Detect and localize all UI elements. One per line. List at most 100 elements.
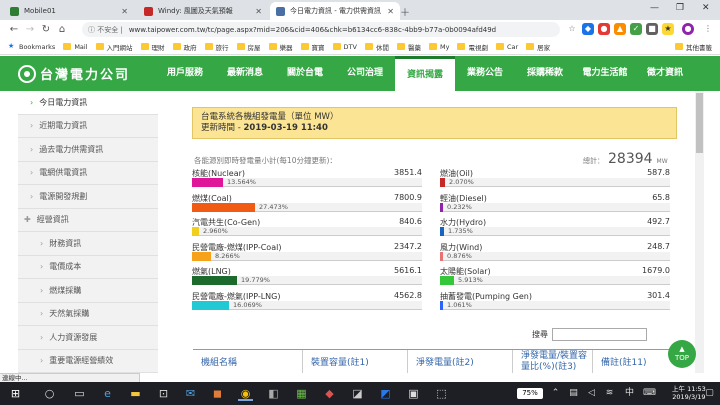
bookmark-folder[interactable]: 其他書籤 [675,42,712,52]
extension-icon[interactable]: ◆ [582,23,594,35]
extension-icon[interactable]: ★ [662,23,674,35]
sidebar-item[interactable]: › 電價成本 [18,256,158,279]
bookmark-folder[interactable]: Mail [63,43,88,51]
bookmark-folder[interactable]: 理財 [140,42,165,52]
menu-icon[interactable]: ⋮ [702,23,714,35]
app-icon[interactable]: ▦ [294,386,309,401]
column-header[interactable]: 裝置容量(註1) [303,350,408,373]
home-icon[interactable]: ⌂ [54,24,70,35]
taipower-logo[interactable]: 台灣電力公司 [18,64,130,83]
volume-icon[interactable]: ◁ [584,386,599,401]
sidebar-item[interactable]: › 近期電力資訊 [18,115,158,138]
browser-tab-active[interactable]: 今日電力資訊 - 電力供需資訊 - 資 ✕ [270,2,400,20]
browser-tab[interactable]: Windy: 風圖及天氣預報 ✕ [138,2,268,20]
scrollbar-thumb[interactable] [696,93,703,153]
column-header[interactable]: 機組名稱 [193,350,303,373]
app-icon[interactable]: ◩ [378,386,393,401]
keyboard-icon[interactable]: ⌨ [642,386,657,401]
back-icon[interactable]: ← [6,24,22,35]
system-clock[interactable]: 上午 11:53 2019/3/19 [672,385,706,401]
edge-icon[interactable]: e [100,386,115,401]
window-close-icon[interactable]: ✕ [702,3,710,13]
browser-tab[interactable]: Mobile01 ✕ [4,2,134,20]
profile-avatar[interactable]: ● [682,23,694,35]
network-icon[interactable]: ▤ [566,386,581,401]
nav-item[interactable]: 最新消息 [215,56,275,91]
wifi-icon[interactable]: ≋ [602,386,617,401]
extension-icon[interactable]: ● [598,23,610,35]
reload-icon[interactable]: ↻ [38,24,54,35]
nav-item[interactable]: 電力生活館 [575,56,635,91]
app-icon[interactable]: ◆ [322,386,337,401]
close-icon[interactable]: ✕ [121,7,128,16]
maximize-icon[interactable]: ❐ [676,3,684,13]
bookmark-folder[interactable]: 入門網站 [95,42,133,52]
app-icon[interactable]: ▣ [406,386,421,401]
bookmarks-apps[interactable]: ★ Bookmarks [8,43,55,51]
app-icon[interactable]: ◼ [210,386,225,401]
bookmark-folder[interactable]: 政府 [172,42,197,52]
app-icon[interactable]: ⬚ [434,386,449,401]
language-icon[interactable]: 中 [622,386,637,401]
bookmark-folder[interactable]: DTV [332,43,357,51]
forward-icon[interactable]: → [22,24,38,35]
sidebar-item[interactable]: ✚ 經營資訊 [18,209,158,232]
column-header[interactable]: 淨發電量/裝置容量比(%)(註3) [513,350,593,373]
nav-item[interactable]: 資訊揭露 [395,56,455,91]
bookmark-folder[interactable]: 醫藥 [396,42,421,52]
file-explorer-icon[interactable]: ▬ [128,386,143,401]
extension-icon[interactable]: ✓ [630,23,642,35]
minimize-icon[interactable]: — [650,3,659,13]
sidebar-item[interactable]: › 燃煤採購 [18,279,158,303]
notification-icon[interactable]: ▢ [702,386,717,401]
new-tab-icon[interactable]: ＋ [400,4,410,19]
bookmark-folder[interactable]: 居家 [526,42,550,52]
bookmark-folder[interactable]: 電視劇 [457,42,488,52]
nav-item[interactable]: 採購稀款 [515,56,575,91]
column-header[interactable]: 淨發電量(註2) [408,350,513,373]
column-header[interactable]: 備註(註11) [593,350,678,373]
back-to-top-button[interactable]: ▲ TOP [668,340,696,368]
windows-start-icon[interactable]: ⊞ [8,386,23,401]
bookmark-folder[interactable]: 房屋 [236,42,261,52]
share-bar-fill [192,276,237,285]
close-icon[interactable]: ✕ [255,7,262,16]
sidebar-item[interactable]: › 財務資訊 [18,232,158,256]
bookmark-folder[interactable]: My [428,43,449,51]
bookmark-folder[interactable]: 休閒 [364,42,389,52]
app-icon[interactable]: ◧ [266,386,281,401]
sidebar-item[interactable]: › 電網供電資訊 [18,162,158,185]
page-scrollbar[interactable] [695,91,704,373]
nav-item[interactable]: 業務公告 [455,56,515,91]
store-icon[interactable]: ⊡ [156,386,171,401]
nav-item[interactable]: 用戶服務 [155,56,215,91]
task-view-icon[interactable]: ▭ [72,386,87,401]
nav-item[interactable]: 關於台電 [275,56,335,91]
bookmark-star-icon[interactable]: ☆ [566,23,578,35]
up-chevron-icon[interactable]: ⌃ [548,386,563,401]
mail-icon[interactable]: ✉ [183,386,198,401]
url-field[interactable]: ⓘ 不安全 | www.taipower.com.tw/tc/page.aspx… [82,22,560,37]
extension-icon[interactable]: ▲ [614,23,626,35]
battery-indicator[interactable]: 75% [517,388,543,399]
sidebar-item[interactable]: › 人力資源發展 [18,326,158,350]
chrome-icon[interactable]: ◉ [238,386,253,401]
search-icon[interactable]: ○ [42,386,57,401]
bookmark-folder[interactable]: 樂器 [268,42,293,52]
extension-icon[interactable]: ■ [646,23,658,35]
nav-item[interactable]: 公司治理 [335,56,395,91]
bookmark-folder[interactable]: 旅行 [204,42,229,52]
sidebar-item[interactable]: › 重要電源經營績效 [18,350,158,373]
bookmark-folder[interactable]: 寶寶 [300,42,325,52]
security-indicator[interactable]: ⓘ 不安全 | [88,25,123,35]
app-icon[interactable]: ◪ [350,386,365,401]
nav-item[interactable]: 徵才資訊 [635,56,695,91]
sidebar-item[interactable]: › 今日電力資訊 [18,91,158,115]
sidebar-item-label: 財務資訊 [49,238,82,248]
sidebar-item[interactable]: › 天然氣採購 [18,303,158,326]
sidebar-item[interactable]: › 電源開發規劃 [18,185,158,209]
close-icon[interactable]: ✕ [387,7,394,16]
sidebar-item[interactable]: › 過去電力供需資訊 [18,138,158,162]
search-input[interactable] [552,328,647,341]
bookmark-folder[interactable]: Car [495,43,518,51]
